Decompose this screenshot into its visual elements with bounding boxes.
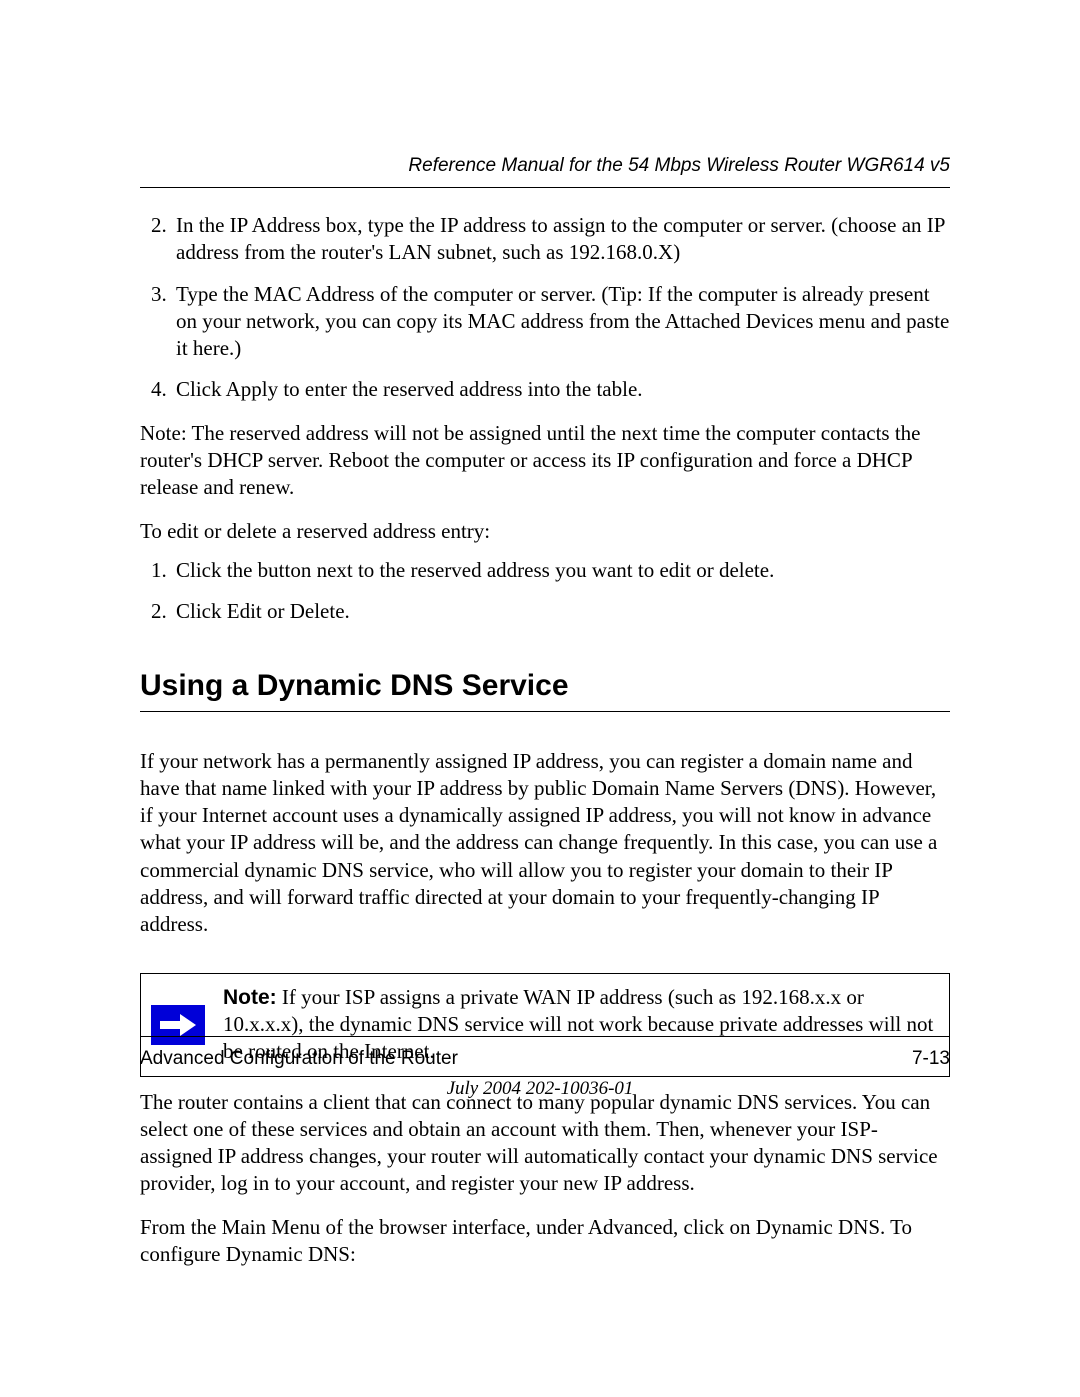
paragraph: Note: The reserved address will not be a… [140, 420, 950, 502]
list-item: Click Apply to enter the reserved addres… [172, 376, 950, 403]
arrow-shape [158, 1014, 198, 1036]
list-item: Type the MAC Address of the computer or … [172, 281, 950, 363]
page-body: In the IP Address box, type the IP addre… [140, 200, 950, 1274]
list-item-text: In the IP Address box, type the IP addre… [176, 213, 945, 264]
list-item-text: Click Apply to enter the reserved addres… [176, 377, 643, 401]
ordered-list-1: In the IP Address box, type the IP addre… [140, 212, 950, 404]
footer-left: Advanced Configuration of the Router [140, 1048, 458, 1070]
list-item-text: Type the MAC Address of the computer or … [176, 282, 949, 361]
paragraph: To edit or delete a reserved address ent… [140, 518, 950, 545]
paragraph: If your network has a permanently assign… [140, 748, 950, 939]
footer-right-page-number: 7-13 [912, 1048, 950, 1070]
header-title: Reference Manual for the 54 Mbps Wireles… [408, 155, 950, 176]
note-label: Note: [223, 986, 277, 1009]
list-item-text: Click the button next to the reserved ad… [176, 558, 774, 582]
list-item-text: Click Edit or Delete. [176, 599, 350, 623]
section-heading: Using a Dynamic DNS Service [140, 666, 950, 712]
list-item: Click Edit or Delete. [172, 598, 950, 625]
footer-rule [140, 1036, 950, 1037]
paragraph: The router contains a client that can co… [140, 1089, 950, 1198]
page: Reference Manual for the 54 Mbps Wireles… [0, 0, 1080, 1397]
ordered-list-2: Click the button next to the reserved ad… [140, 557, 950, 626]
list-item: In the IP Address box, type the IP addre… [172, 212, 950, 267]
arrow-right-icon [151, 1005, 205, 1045]
list-item: Click the button next to the reserved ad… [172, 557, 950, 584]
page-header: Reference Manual for the 54 Mbps Wireles… [140, 155, 950, 188]
paragraph: From the Main Menu of the browser interf… [140, 1214, 950, 1269]
footer-center: July 2004 202-10036-01 [0, 1078, 1080, 1100]
